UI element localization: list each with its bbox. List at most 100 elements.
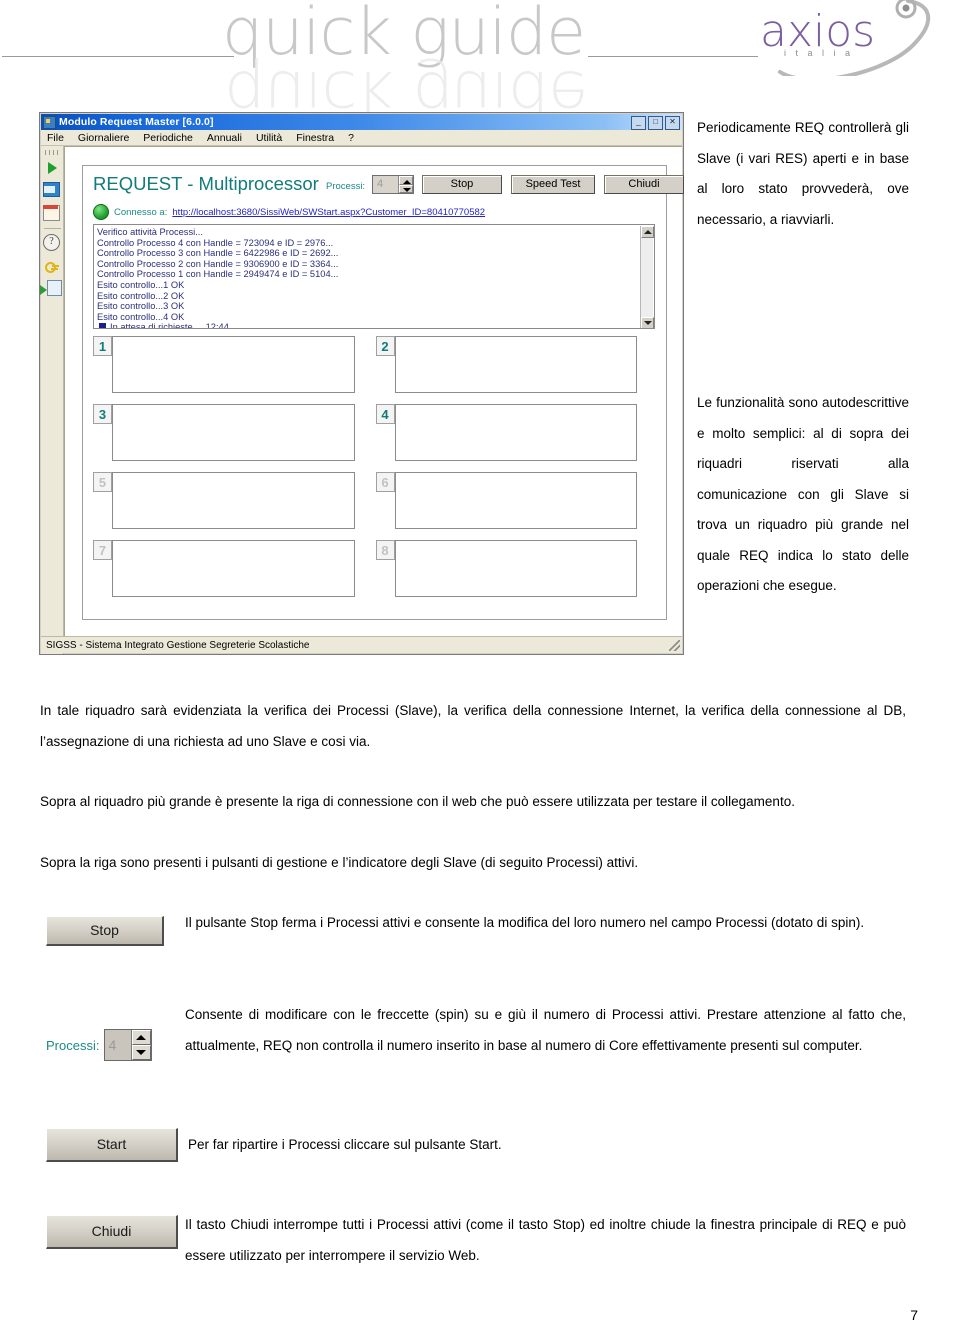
slot-message-box: [112, 336, 355, 393]
menu-item-giornaliere[interactable]: Giornaliere: [78, 132, 129, 144]
process-slot-grid: 1 2 3 4 5 6 7 8: [93, 336, 658, 608]
app-icon: [43, 115, 56, 129]
speed-test-button[interactable]: Speed Test: [511, 175, 595, 194]
process-slot: 8: [375, 540, 637, 598]
processi-stepper[interactable]: 4: [372, 175, 414, 194]
menu-item-file[interactable]: File: [47, 132, 64, 144]
processi-figure-spin-down[interactable]: [132, 1045, 152, 1060]
processi-figure-arrows[interactable]: [131, 1030, 152, 1060]
minimize-button[interactable]: _: [631, 116, 646, 130]
window-controls[interactable]: _ □ ✕: [631, 116, 680, 130]
header-rule-right: [588, 56, 758, 57]
slot-row: 1 2: [93, 336, 658, 394]
log-status-line: In attesa di richieste ... 12:44: [97, 322, 651, 329]
slot-number: 4: [375, 404, 395, 424]
slot-number: 3: [93, 404, 112, 424]
processi-figure-spin-up[interactable]: [132, 1030, 152, 1045]
menu-item-annuali[interactable]: Annuali: [207, 132, 242, 144]
slot-message-box: [112, 472, 355, 529]
request-panel: REQUEST - Multiprocessor Processi: 4 Sto…: [82, 165, 684, 620]
app-window-screenshot: Modulo Request Master [6.0.0] _ □ ✕ File…: [39, 112, 684, 655]
maximize-button[interactable]: □: [648, 116, 663, 130]
log-line: Controllo Processo 2 con Handle = 930690…: [97, 258, 339, 269]
play-icon[interactable]: [43, 159, 61, 177]
close-button[interactable]: ✕: [665, 116, 680, 130]
processi-value: 4: [377, 178, 384, 190]
start-description: Per far ripartire i Processi cliccare su…: [188, 1137, 502, 1152]
window-icon[interactable]: [43, 182, 60, 197]
chiudi-description: Il tasto Chiudi interrompe tutti i Proce…: [185, 1217, 906, 1263]
slot-number: 5: [93, 472, 112, 492]
connection-row: Connesso a: http://localhost:3680/SissiW…: [93, 203, 658, 221]
menu-item-utilita[interactable]: Utilità: [256, 132, 282, 144]
connection-label: Connesso a:: [114, 206, 168, 218]
chiudi-button-figure[interactable]: Chiudi: [46, 1215, 178, 1249]
chiudi-button[interactable]: Chiudi: [604, 175, 684, 194]
processi-stepper-figure: Processi: 4: [46, 1028, 168, 1062]
process-slot: 1: [93, 336, 355, 394]
process-slot: 2: [375, 336, 637, 394]
intro-paragraph-right-1: Periodicamente REQ controllerà gli Slave…: [697, 120, 909, 227]
log-line: Esito controllo...4 OK: [97, 311, 185, 322]
slot-number: 1: [93, 336, 112, 356]
slot-message-box: [112, 404, 355, 461]
body-paragraph-3: Sopra la riga sono presenti i pulsanti d…: [40, 855, 639, 870]
log-line: Controllo Processo 4 con Handle = 723094…: [97, 237, 334, 248]
process-slot: 3: [93, 404, 355, 462]
process-slot: 7: [93, 540, 355, 598]
processi-description: Consente di modificare con le freccette …: [185, 1007, 906, 1053]
processi-figure-label: Processi:: [46, 1037, 100, 1053]
panel-title: REQUEST - Multiprocessor: [93, 173, 319, 194]
slot-number: 2: [375, 336, 395, 356]
slot-number: 6: [375, 472, 395, 492]
start-button-figure[interactable]: Start: [46, 1128, 178, 1162]
processi-figure-stepper[interactable]: 4: [104, 1029, 153, 1061]
stop-button[interactable]: Stop: [422, 175, 502, 194]
menu-item-periodiche[interactable]: Periodiche: [143, 132, 193, 144]
menubar: File Giornaliere Periodiche Annuali Util…: [41, 130, 682, 146]
intro-paragraph-right-2: Le funzionalità sono autodescrittive e m…: [697, 395, 909, 593]
toolbar-grip[interactable]: [44, 150, 60, 155]
menu-item-finestra[interactable]: Finestra: [296, 132, 334, 144]
axios-logo: axios i t a l i a: [756, 0, 956, 80]
scroll-up-icon[interactable]: [641, 226, 654, 238]
processi-label: Processi:: [326, 181, 366, 192]
window-client-area: REQUEST - Multiprocessor Processi: 4 Sto…: [64, 146, 684, 636]
menu-item-help[interactable]: ?: [348, 132, 354, 144]
slot-message-box: [394, 540, 637, 597]
calendar-icon[interactable]: [43, 205, 60, 221]
status-square-icon: [99, 323, 106, 328]
process-slot: 5: [93, 472, 355, 530]
left-toolbar: ?: [41, 146, 64, 654]
stop-description: Il pulsante Stop ferma i Processi attivi…: [185, 915, 865, 930]
log-status-text: In attesa di richieste ... 12:44: [110, 322, 229, 329]
log-scrollbar[interactable]: [640, 226, 654, 328]
scroll-down-icon[interactable]: [641, 317, 654, 328]
slot-row: 7 8: [93, 540, 658, 598]
exit-icon[interactable]: [47, 280, 62, 296]
processi-spin-arrows[interactable]: [398, 176, 413, 193]
slot-message-box: [394, 336, 637, 393]
slot-number: 7: [93, 540, 112, 560]
log-line: Esito controllo...2 OK: [97, 290, 185, 301]
slot-message-box: [394, 472, 637, 529]
processi-spin-up[interactable]: [399, 176, 413, 185]
slot-message-box: [394, 404, 637, 461]
processi-figure-value: 4: [108, 1037, 117, 1053]
help-icon[interactable]: ?: [43, 234, 60, 251]
page-header: quick guide quick guide axios i t a l i …: [0, 0, 960, 131]
log-line: Esito controllo...3 OK: [97, 301, 185, 312]
connection-url-link[interactable]: http://localhost:3680/SissiWeb/SWStart.a…: [172, 207, 485, 218]
stop-button-figure[interactable]: Stop: [46, 916, 164, 946]
lightbulb-icon: [93, 204, 109, 220]
axios-italia-label: i t a l i a: [784, 48, 854, 58]
page-number: 7: [910, 1307, 918, 1323]
processi-spin-down[interactable]: [399, 184, 413, 193]
resize-grip[interactable]: [669, 640, 680, 651]
slot-message-box: [112, 540, 355, 597]
body-paragraph-1: In tale riquadro sarà evidenziata la ver…: [40, 703, 906, 749]
toolbar-divider: [43, 228, 61, 229]
slot-row: 3 4: [93, 404, 658, 462]
slot-number: 8: [375, 540, 395, 560]
key-icon[interactable]: [43, 257, 61, 275]
